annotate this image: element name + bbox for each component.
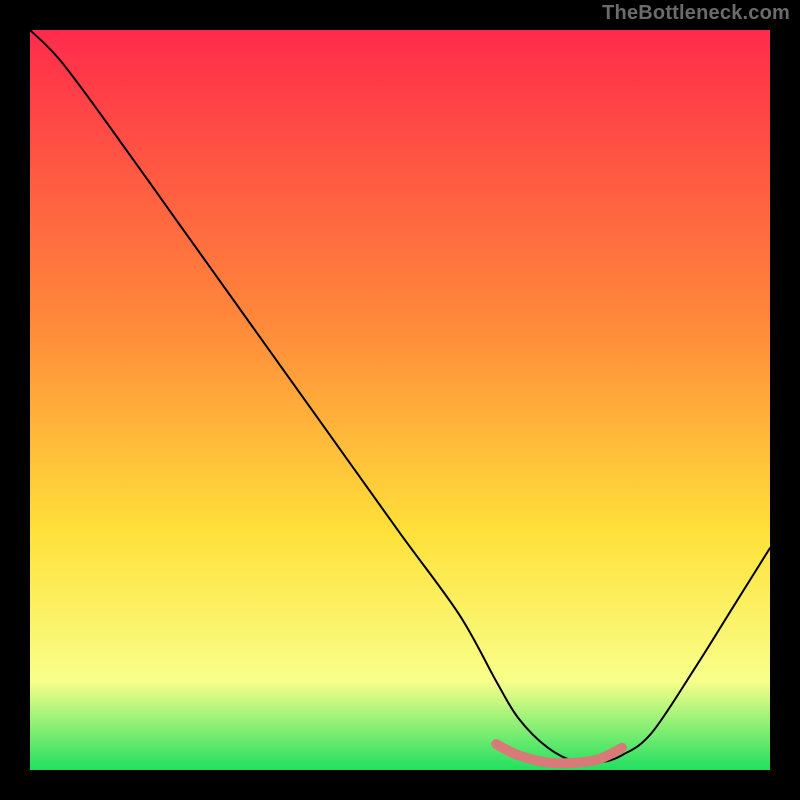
- bottleneck-chart: [30, 30, 770, 770]
- watermark-text: TheBottleneck.com: [602, 2, 790, 25]
- gradient-background: [30, 30, 770, 770]
- chart-container: TheBottleneck.com: [0, 0, 800, 800]
